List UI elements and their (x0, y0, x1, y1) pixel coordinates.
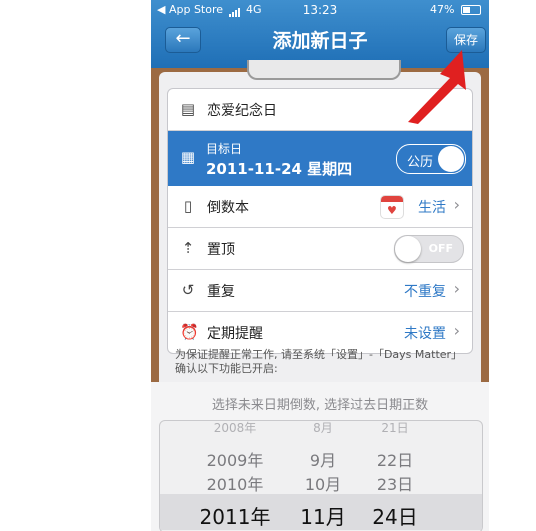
repeat-row[interactable]: ↺ 重复 不重复 › (168, 270, 472, 312)
picker-day: 23日 (376, 475, 414, 494)
life-category-icon: ♥ (380, 195, 404, 219)
picker-month: 10月 (304, 475, 342, 494)
picker-day: 21日 (381, 421, 409, 435)
date-picker-sheet: 选择未来日期倒数, 选择过去日期正数 2008年 8月 21日 2009年 9月… (151, 382, 489, 531)
target-date-row[interactable]: ▦ 目标日 2011-11-24 星期四 公历 (168, 131, 472, 186)
repeat-value: 不重复 (404, 284, 446, 300)
picker-day: 24日 (372, 505, 418, 529)
date-wheel-picker[interactable]: 2008年 8月 21日 2009年 9月 22日 2010年 10月 23日 … (159, 420, 483, 531)
book-value: 生活 (418, 200, 446, 216)
status-right: 47% (430, 3, 481, 16)
book-label: 倒数本 (207, 200, 249, 216)
reminder-note: 为保证提醒正常工作, 请至系统「设置」-「Days Matter」 确认以下功能… (175, 348, 463, 375)
chevron-right-icon: › (453, 279, 460, 298)
battery-icon (461, 5, 481, 15)
picker-day: 22日 (376, 451, 414, 470)
reminder-label: 定期提醒 (207, 326, 263, 342)
calendar-type-label: 公历 (407, 155, 434, 170)
reminder-row[interactable]: ⏰ 定期提醒 未设置 › (168, 312, 472, 353)
picker-year: 2008年 (213, 421, 257, 435)
clipboard-clip (247, 60, 401, 80)
toggle-knob (395, 236, 421, 262)
alarm-clock-icon: ⏰ (180, 323, 199, 341)
annotation-arrow (408, 50, 466, 124)
event-name-field[interactable]: 恋爱纪念日 (207, 100, 277, 120)
picker-hint: 选择未来日期倒数, 选择过去日期正数 (211, 398, 429, 413)
book-icon: ▯ (183, 197, 193, 215)
red-arrow-icon (408, 50, 466, 124)
book-row[interactable]: ▯ 倒数本 ♥ 生活 › (168, 186, 472, 228)
pin-row: ⇡ 置顶 OFF (168, 228, 472, 270)
reminder-value: 未设置 (404, 326, 446, 342)
pin-toggle-label: OFF (428, 242, 453, 255)
picker-year: 2011年 (199, 505, 271, 529)
chevron-right-icon: › (453, 321, 460, 340)
picker-month: 8月 (313, 421, 333, 435)
event-form: ▤ 恋爱纪念日 ▦ 目标日 2011-11-24 星期四 公历 ▯ 倒数本 ♥ … (167, 88, 473, 354)
picker-year: 2009年 (206, 451, 264, 470)
battery-percent: 47% (430, 3, 455, 16)
target-date-label: 目标日 (206, 142, 243, 156)
toggle-knob (438, 146, 464, 172)
calendar-star-icon: ▦ (180, 148, 196, 166)
picker-year: 2010年 (206, 475, 264, 494)
pin-label: 置顶 (207, 242, 235, 258)
briefcase-icon: ▤ (180, 100, 196, 118)
pin-toggle[interactable]: OFF (394, 235, 464, 263)
repeat-label: 重复 (207, 284, 235, 300)
calendar-type-toggle[interactable]: 公历 (396, 144, 466, 174)
chevron-right-icon: › (453, 195, 460, 214)
target-date-value: 2011-11-24 星期四 (206, 160, 353, 178)
picker-month: 9月 (309, 451, 337, 470)
pin-top-icon: ⇡ (181, 239, 195, 257)
status-bar: ◀ App Store 4G 13:23 47% (151, 0, 489, 18)
repeat-icon: ↺ (181, 281, 195, 299)
picker-month: 11月 (300, 505, 346, 529)
